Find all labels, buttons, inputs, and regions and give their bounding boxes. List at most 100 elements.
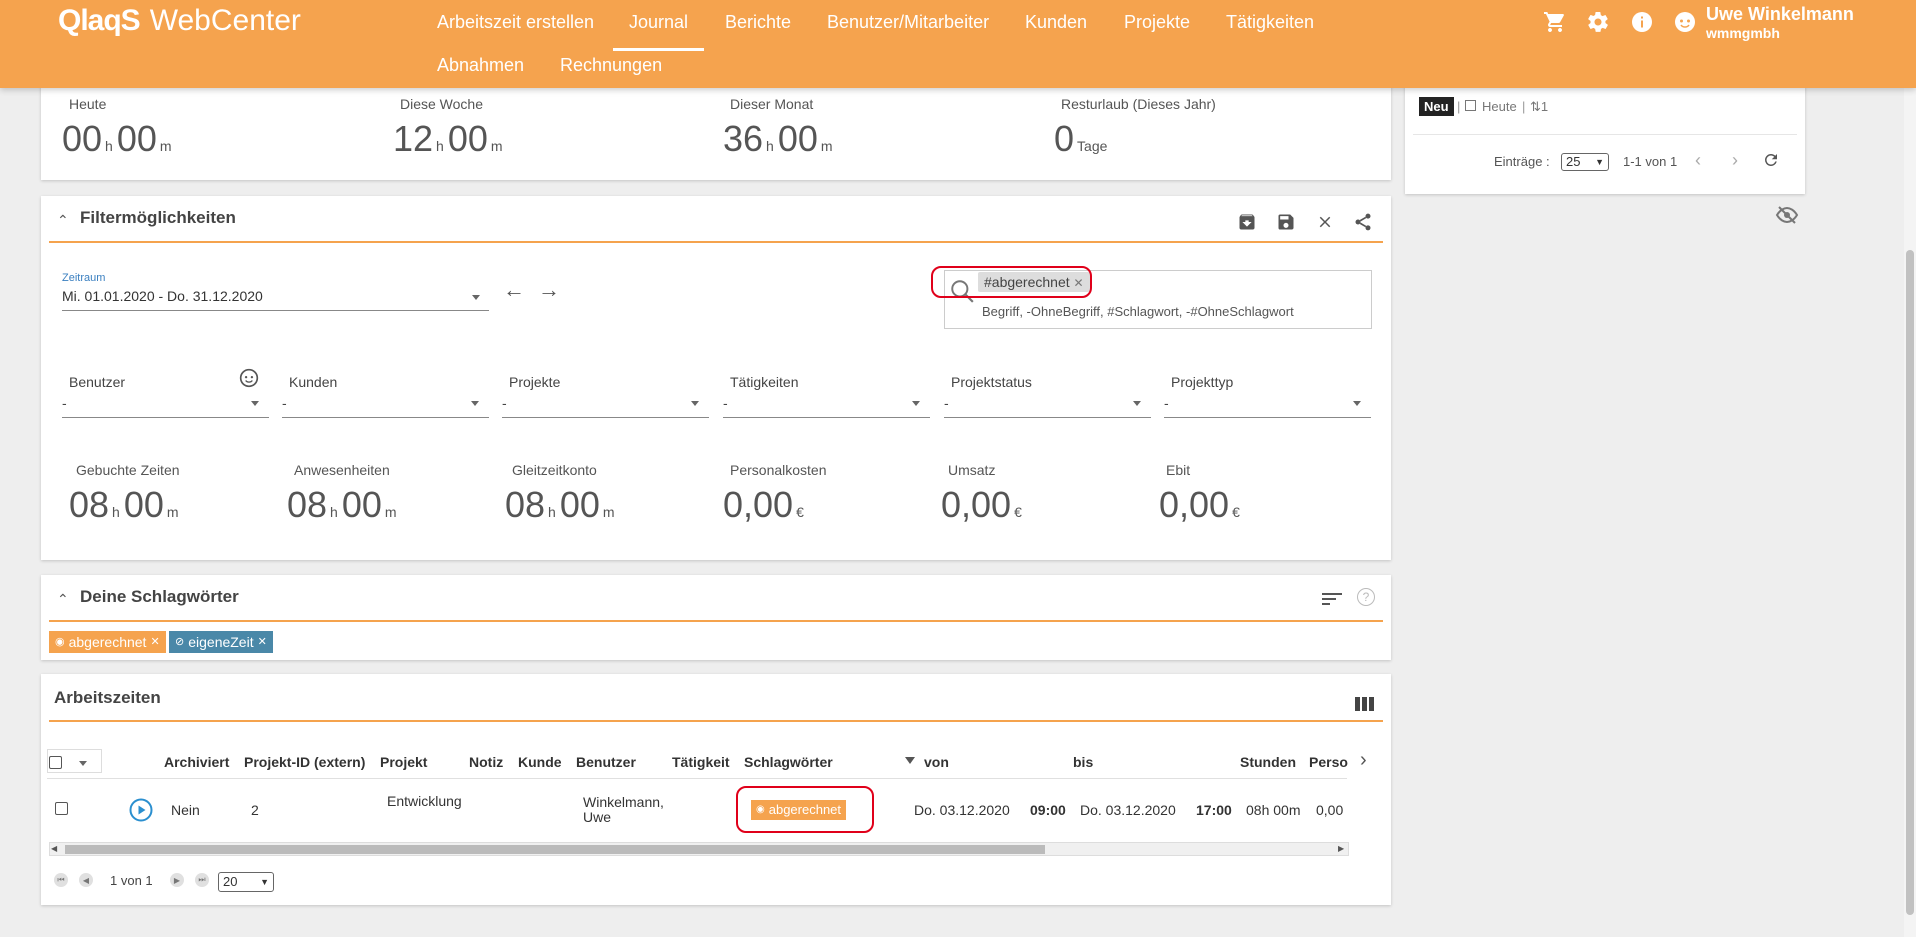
divider xyxy=(1413,134,1797,135)
archive-icon[interactable] xyxy=(1234,209,1260,235)
filter-select-projektstatus[interactable]: - xyxy=(944,395,949,411)
chevron-down-icon: ▼ xyxy=(260,877,269,887)
filter-label-benutzer: Benutzer xyxy=(69,374,126,390)
filter-select-kunden[interactable]: - xyxy=(282,395,287,411)
nav-abnahmen[interactable]: Abnahmen xyxy=(437,50,524,80)
chevron-up-icon[interactable]: ⌃ xyxy=(57,591,69,608)
page-size-select[interactable]: 20 ▼ xyxy=(218,872,274,892)
nav-journal[interactable]: Journal xyxy=(613,7,705,51)
smiley-icon[interactable] xyxy=(1671,8,1699,36)
today-link[interactable]: Heute xyxy=(1482,99,1517,114)
nav-benutzer-mitarbeiter[interactable]: Benutzer/Mitarbeiter xyxy=(827,7,989,37)
save-icon[interactable] xyxy=(1273,209,1299,235)
separator: | xyxy=(1457,99,1461,114)
close-icon[interactable]: ✕ xyxy=(258,633,267,651)
col-header-benutzer[interactable]: Benutzer xyxy=(576,754,636,770)
close-icon[interactable] xyxy=(1312,209,1338,235)
gear-icon[interactable] xyxy=(1584,8,1612,36)
nav-taetigkeiten[interactable]: Tätigkeiten xyxy=(1226,7,1314,37)
cell-benutzer-line2: Uwe xyxy=(583,809,612,825)
filter-card: ⌃ Filtermöglichkeiten Zeitraum Mi. 01.01… xyxy=(41,196,1391,560)
cell-archiviert: Nein xyxy=(171,802,200,818)
select-all-checkbox[interactable] xyxy=(49,756,62,769)
period-select[interactable]: Mi. 01.01.2020 - Do. 31.12.2020 xyxy=(62,288,263,304)
cart-icon[interactable] xyxy=(1541,8,1569,36)
refresh-icon[interactable] xyxy=(1762,151,1780,172)
app-logo[interactable]: QlaqS WebCenter xyxy=(58,4,301,38)
top-navigation-bar: QlaqS WebCenter Arbeitszeit erstellen Jo… xyxy=(0,0,1916,88)
chevron-up-icon[interactable]: ⌃ xyxy=(57,212,69,229)
prev-page-icon[interactable]: ◀ xyxy=(79,873,93,887)
nav-rechnungen[interactable]: Rechnungen xyxy=(560,50,662,80)
cell-projekt: Entwicklung xyxy=(387,793,462,809)
col-header-notiz[interactable]: Notiz xyxy=(469,754,503,770)
tags-card: ⌃ Deine Schlagwörter ? ◉ abgerechnet ✕ ⊘… xyxy=(41,575,1391,660)
eye-slash-icon: ⊘ xyxy=(175,636,185,648)
smiley-icon[interactable] xyxy=(239,368,259,391)
col-header-schlagwoerter[interactable]: Schlagwörter xyxy=(744,754,833,770)
next-page-icon[interactable]: › xyxy=(1732,150,1738,171)
horizontal-scrollbar-thumb[interactable] xyxy=(65,845,1045,854)
kpi-value-heute: 00 h 00 m xyxy=(62,118,172,159)
nav-projekte[interactable]: Projekte xyxy=(1124,7,1190,37)
entries-select[interactable]: 25 ▼ xyxy=(1561,153,1609,171)
logo-product: WebCenter xyxy=(149,4,301,37)
filter-select-taetigkeiten[interactable]: - xyxy=(723,395,728,411)
kpi-label-resturlaub: Resturlaub (Dieses Jahr) xyxy=(1061,96,1216,112)
filter-select-benutzer[interactable]: - xyxy=(62,395,67,411)
new-button[interactable]: Neu xyxy=(1419,97,1454,116)
stat-label-gebuchte-zeiten: Gebuchte Zeiten xyxy=(76,462,180,478)
last-page-icon[interactable]: ⏭ xyxy=(195,873,209,887)
arrow-left-icon[interactable]: ← xyxy=(503,277,525,303)
filter-select-projekttyp[interactable]: - xyxy=(1164,395,1169,411)
first-page-icon[interactable]: ⏮ xyxy=(54,873,68,887)
stat-value-gebuchte-zeiten: 08 h 00 m xyxy=(69,484,179,525)
select-underline xyxy=(62,417,269,418)
arrow-right-icon[interactable]: → xyxy=(538,277,560,303)
sort-desc-icon[interactable] xyxy=(905,757,915,764)
scroll-left-arrow-icon[interactable]: ◀ xyxy=(51,844,57,853)
kpi-value-resturlaub: 0 Tage xyxy=(1054,118,1108,159)
col-header-bis[interactable]: bis xyxy=(1073,754,1093,770)
share-icon[interactable] xyxy=(1350,209,1376,235)
col-header-kunde[interactable]: Kunde xyxy=(518,754,562,770)
select-underline xyxy=(282,417,489,418)
col-header-projekt-id[interactable]: Projekt-ID (extern) xyxy=(244,754,365,770)
col-header-archiviert[interactable]: Archiviert xyxy=(164,754,229,770)
col-header-projekt[interactable]: Projekt xyxy=(380,754,427,770)
scroll-right-arrow-icon[interactable]: ▶ xyxy=(1338,844,1344,853)
cell-bis-date: Do. 03.12.2020 xyxy=(1080,802,1176,818)
row-checkbox[interactable] xyxy=(55,802,68,815)
hide-eye-icon[interactable] xyxy=(1775,205,1799,228)
sort-count[interactable]: ⇅1 xyxy=(1530,99,1548,115)
next-page-icon[interactable]: ▶ xyxy=(170,873,184,887)
user-name[interactable]: Uwe Winkelmann xyxy=(1706,4,1854,25)
side-panel-card: Neu | Heute | ⇅1 Einträge : 25 ▼ 1-1 von … xyxy=(1405,70,1805,194)
col-header-stunden[interactable]: Stunden xyxy=(1240,754,1296,770)
kpi-label-woche: Diese Woche xyxy=(400,96,484,112)
info-icon[interactable] xyxy=(1628,8,1656,36)
calendar-icon xyxy=(1465,100,1476,111)
scroll-right-icon[interactable]: › xyxy=(1360,749,1367,772)
filter-label-kunden: Kunden xyxy=(289,374,338,390)
help-icon[interactable]: ? xyxy=(1357,588,1375,606)
chevron-down-icon[interactable] xyxy=(79,761,87,766)
page-scrollbar-thumb[interactable] xyxy=(1906,250,1914,915)
nav-kunden[interactable]: Kunden xyxy=(1025,7,1087,37)
tag-eigenezeit[interactable]: ⊘ eigeneZeit ✕ xyxy=(169,631,273,653)
columns-icon[interactable] xyxy=(1355,697,1375,714)
nav-arbeitszeit-erstellen[interactable]: Arbeitszeit erstellen xyxy=(437,7,594,37)
filter-label-projektstatus: Projektstatus xyxy=(951,374,1032,390)
play-icon[interactable] xyxy=(129,798,153,825)
tag-abgerechnet[interactable]: ◉ abgerechnet ✕ xyxy=(49,631,166,653)
col-header-taetigkeit[interactable]: Tätigkeit xyxy=(672,754,730,770)
filter-select-projekte[interactable]: - xyxy=(502,395,507,411)
close-icon[interactable]: ✕ xyxy=(150,633,159,651)
select-underline xyxy=(723,417,930,418)
nav-berichte[interactable]: Berichte xyxy=(725,7,791,37)
sort-icon[interactable] xyxy=(1322,591,1342,610)
col-header-von[interactable]: von xyxy=(924,754,949,770)
prev-page-icon[interactable]: ‹ xyxy=(1695,150,1701,171)
col-header-perso[interactable]: Perso xyxy=(1309,754,1348,770)
stat-label-umsatz: Umsatz xyxy=(948,462,996,478)
